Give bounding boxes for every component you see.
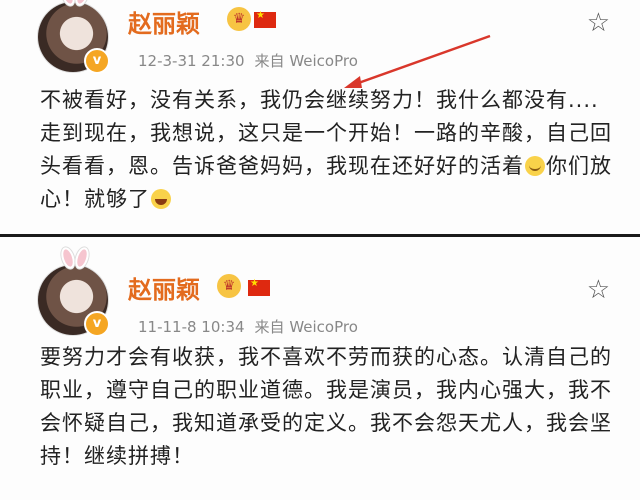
- timestamp: 11-11-8 10:34: [138, 318, 245, 336]
- verified-v-icon: v: [84, 48, 110, 74]
- crown-icon: ♛: [227, 7, 251, 31]
- post-source[interactable]: 来自 WeicoPro: [255, 318, 358, 336]
- laugh-emoji: [151, 189, 171, 209]
- star-outline-icon[interactable]: ☆: [587, 277, 610, 303]
- post-text: 要努力才会有收获，我不喜欢不劳而获的心态。认清自己的职业，遵守自己的职业道德。我…: [40, 345, 612, 468]
- username[interactable]: 赵丽颖: [128, 4, 200, 39]
- weibo-post-2: v 赵丽颖 ♛ ☆ 11-11-8 10:34 来自 WeicoPro 要努力才会…: [0, 237, 640, 500]
- avatar[interactable]: v: [38, 245, 110, 337]
- china-flag-icon: [248, 278, 270, 296]
- username[interactable]: 赵丽颖: [128, 270, 200, 305]
- post-text: 不被看好，没有关系，我仍会继续努力！我什么都没有....走到现在，我想说，这只是…: [40, 88, 612, 211]
- timestamp: 12-3-31 21:30: [138, 52, 245, 70]
- bunny-ears-decoration: [58, 245, 92, 271]
- star-outline-icon[interactable]: ☆: [587, 10, 610, 36]
- smile-emoji: [525, 156, 545, 176]
- post-meta: 11-11-8 10:34 来自 WeicoPro: [138, 316, 358, 337]
- weibo-post-1: v 赵丽颖 ♛ ☆ 12-3-31 21:30来自 WeicoPro 不被看好，…: [0, 0, 640, 234]
- post-meta: 12-3-31 21:30 来自 WeicoPro: [138, 50, 358, 71]
- crown-icon: ♛: [217, 274, 241, 298]
- bunny-ears-decoration: [58, 0, 92, 8]
- verified-v-icon: v: [84, 311, 110, 337]
- china-flag-icon: [254, 10, 276, 28]
- avatar[interactable]: v: [38, 0, 110, 74]
